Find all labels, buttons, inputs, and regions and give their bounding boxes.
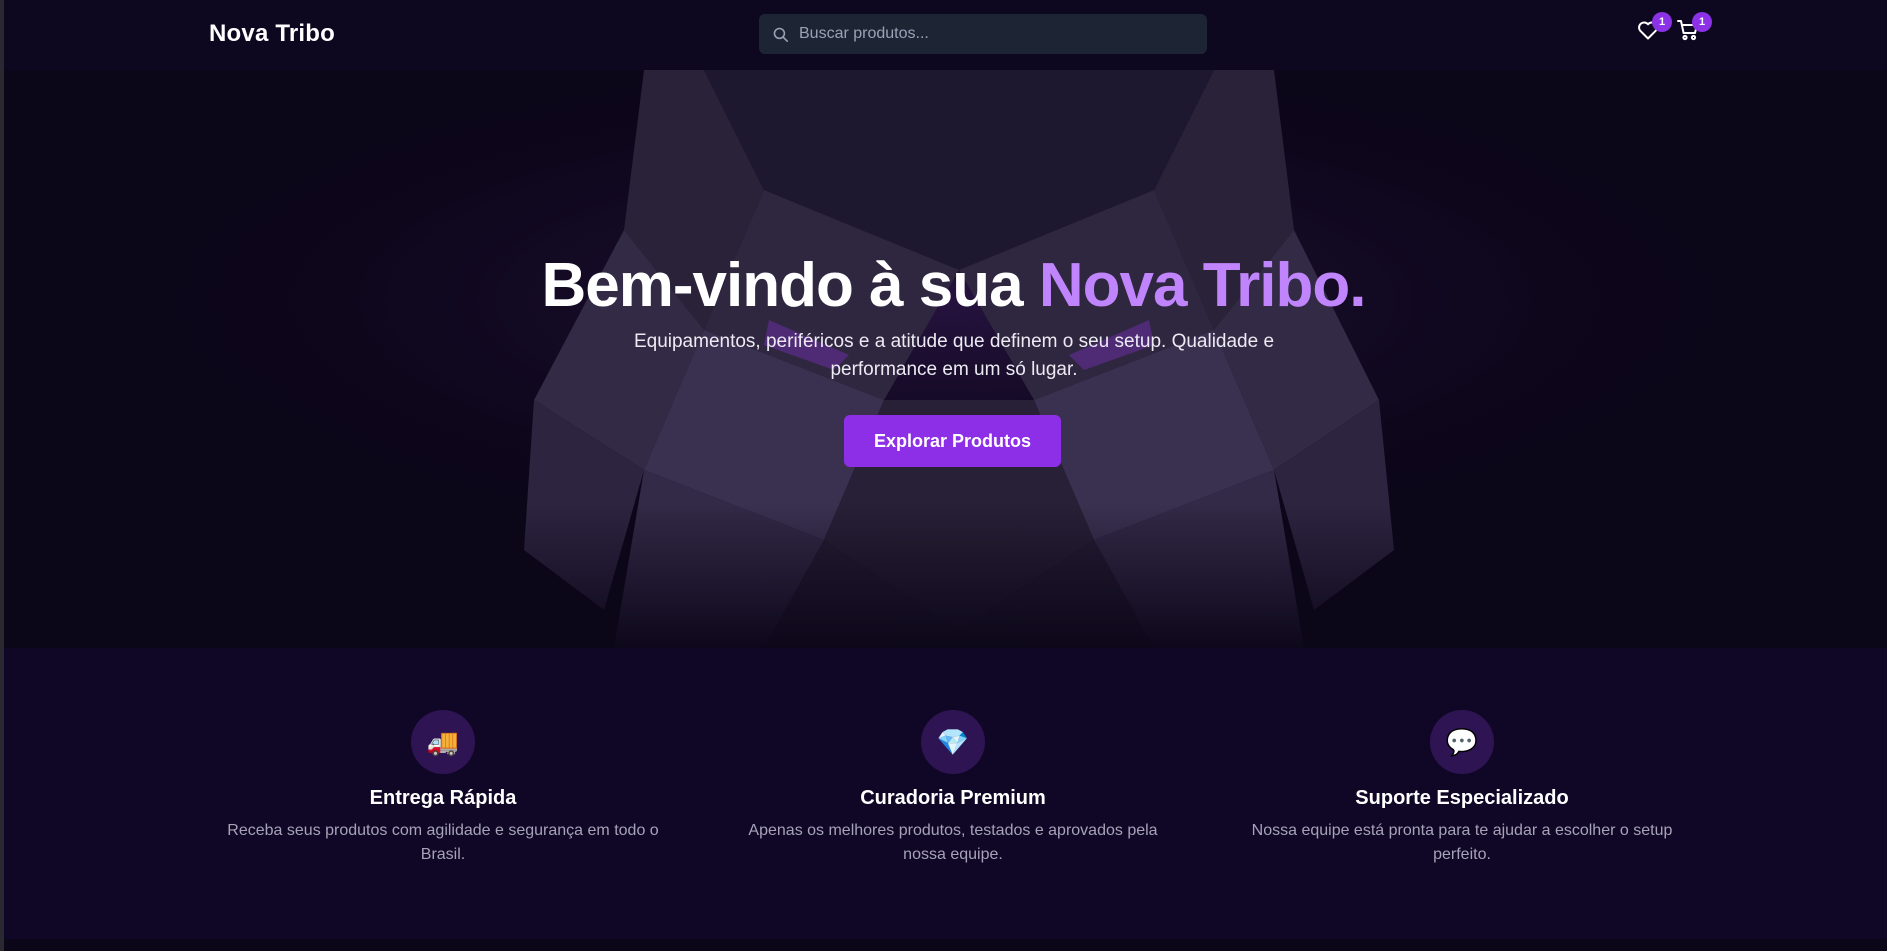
- wishlist-count-badge: 1: [1652, 12, 1672, 32]
- search-bar[interactable]: [759, 14, 1207, 54]
- feature-specialized-support: 💬 Suporte Especializado Nossa equipe est…: [1227, 710, 1697, 867]
- feature-title: Curadoria Premium: [860, 787, 1046, 809]
- feature-title: Suporte Especializado: [1355, 787, 1569, 809]
- search-icon: [773, 27, 789, 43]
- logo[interactable]: Nova Tribo: [209, 20, 335, 48]
- hero-title-main: Bem-vindo à sua: [541, 251, 1039, 320]
- wishlist-button[interactable]: 1: [1636, 12, 1672, 46]
- feature-fast-delivery: 🚚 Entrega Rápida Receba seus produtos co…: [208, 710, 678, 867]
- cart-button[interactable]: 1: [1676, 12, 1712, 46]
- features-section: 🚚 Entrega Rápida Receba seus produtos co…: [4, 648, 1887, 939]
- truck-icon: 🚚: [411, 710, 475, 774]
- feature-description: Apenas os melhores produtos, testados e …: [748, 822, 1158, 863]
- hero-section: Bem-vindo à sua Nova Tribo. Equipamentos…: [4, 70, 1887, 648]
- feature-description: Nossa equipe está pronta para te ajudar …: [1251, 822, 1673, 863]
- hero-subtitle: Equipamentos, periféricos e a atitude qu…: [633, 331, 1275, 380]
- feature-description: Receba seus produtos com agilidade e seg…: [227, 822, 659, 863]
- explore-products-button[interactable]: Explorar Produtos: [844, 415, 1061, 467]
- page-bottom-edge: [4, 939, 1887, 951]
- hero-title: Bem-vindo à sua Nova Tribo.: [4, 250, 1887, 321]
- search-input[interactable]: [799, 14, 1195, 54]
- site-header: Nova Tribo 1 1: [4, 0, 1887, 70]
- speech-bubble-icon: 💬: [1430, 710, 1494, 774]
- hero-title-accent: Nova Tribo.: [1038, 251, 1367, 320]
- gem-icon: 💎: [921, 710, 985, 774]
- cart-count-badge: 1: [1692, 12, 1712, 32]
- feature-title: Entrega Rápida: [369, 787, 517, 809]
- feature-premium-curation: 💎 Curadoria Premium Apenas os melhores p…: [718, 710, 1188, 867]
